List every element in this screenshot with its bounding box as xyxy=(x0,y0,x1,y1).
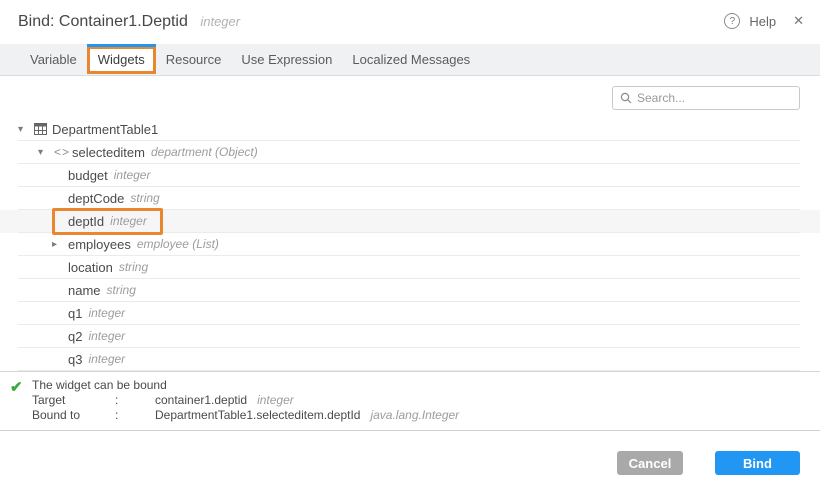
bind-dialog: Bind: Container1.Deptid integer ? Help ✕… xyxy=(0,0,820,491)
close-icon[interactable]: ✕ xyxy=(793,13,804,29)
bind-button[interactable]: Bind xyxy=(715,451,800,475)
tree-row-q2[interactable]: q2 integer xyxy=(0,325,820,348)
tree-row-selecteditem[interactable]: ▾ <> selecteditem department (Object) xyxy=(0,141,820,164)
dialog-title: Bind: Container1.Deptid xyxy=(18,13,188,31)
status-value: container1.deptid xyxy=(155,393,247,408)
annotation-box-deptid: deptId integer xyxy=(52,208,163,235)
tab-localized-messages[interactable]: Localized Messages xyxy=(342,46,480,74)
tree-node-label: name xyxy=(68,283,101,298)
search-icon xyxy=(620,92,632,104)
tree-node-label: selecteditem xyxy=(72,145,145,160)
search-input[interactable] xyxy=(637,91,787,105)
tree-node-type: integer xyxy=(88,329,125,343)
title-bar: Bind: Container1.Deptid integer ? Help ✕ xyxy=(0,0,820,44)
status-target-row: Target : container1.deptid integer xyxy=(32,393,820,408)
tree-node-type: integer xyxy=(110,214,147,228)
dialog-footer: Cancel Bind xyxy=(0,430,820,491)
widget-tree: ▾ DepartmentTable1 ▾ <> selecteditem xyxy=(0,118,820,372)
bind-status: ✔ The widget can be bound Target : conta… xyxy=(0,372,820,430)
status-separator: : xyxy=(115,393,155,408)
tree-node-type: integer xyxy=(88,352,125,366)
table-icon xyxy=(34,123,52,135)
status-value-type: java.lang.Integer xyxy=(370,408,459,423)
tree-node-label: q1 xyxy=(68,306,82,321)
tree-row-employees[interactable]: ▸ employees employee (List) xyxy=(0,233,820,256)
tree-node-label: employees xyxy=(68,237,131,252)
tree-row-departmenttable1[interactable]: ▾ DepartmentTable1 xyxy=(0,118,820,141)
tab-variable[interactable]: Variable xyxy=(20,46,87,74)
tree-row-deptid[interactable]: deptId integer xyxy=(0,210,820,233)
tree-row-name[interactable]: name string xyxy=(0,279,820,302)
chevron-right-icon[interactable]: ▸ xyxy=(52,239,68,250)
tree-row-budget[interactable]: budget integer xyxy=(0,164,820,187)
tree-node-label: q2 xyxy=(68,329,82,344)
cancel-button[interactable]: Cancel xyxy=(617,451,683,475)
tab-bar: Variable Widgets Resource Use Expression… xyxy=(0,44,820,76)
dialog-title-type: integer xyxy=(200,14,240,29)
tab-widgets[interactable]: Widgets xyxy=(87,46,156,74)
help-icon[interactable]: ? xyxy=(724,13,740,29)
help-link[interactable]: Help xyxy=(749,14,776,29)
tree-node-label: deptId xyxy=(68,214,104,229)
tree-row-deptcode[interactable]: deptCode string xyxy=(0,187,820,210)
status-value: DepartmentTable1.selecteditem.deptId xyxy=(155,408,360,423)
status-label: Bound to xyxy=(32,408,115,423)
tree-row-q1[interactable]: q1 integer xyxy=(0,302,820,325)
tree-node-label: q3 xyxy=(68,352,82,367)
status-separator: : xyxy=(115,408,155,423)
status-label: Target xyxy=(32,393,115,408)
chevron-down-icon[interactable]: ▾ xyxy=(18,124,34,135)
tree-node-type: integer xyxy=(114,168,151,182)
status-message: The widget can be bound xyxy=(32,378,820,393)
tree-node-type: integer xyxy=(88,306,125,320)
status-value-type: integer xyxy=(257,393,294,408)
search-toolbar xyxy=(0,76,820,118)
object-icon: <> xyxy=(54,145,72,159)
tree-node-label: budget xyxy=(68,168,108,183)
tree-node-type: employee (List) xyxy=(137,237,219,251)
tab-use-expression[interactable]: Use Expression xyxy=(231,46,342,74)
tab-resource[interactable]: Resource xyxy=(156,46,232,74)
tree-node-type: string xyxy=(107,283,136,297)
search-box[interactable] xyxy=(612,86,800,110)
status-boundto-row: Bound to : DepartmentTable1.selecteditem… xyxy=(32,408,820,423)
tree-row-location[interactable]: location string xyxy=(0,256,820,279)
tree-node-type: department (Object) xyxy=(151,145,258,159)
tree-node-type: string xyxy=(119,260,148,274)
tree-node-label: DepartmentTable1 xyxy=(52,122,158,137)
check-icon: ✔ xyxy=(10,378,23,396)
tree-node-type: string xyxy=(130,191,159,205)
tree-node-label: location xyxy=(68,260,113,275)
chevron-down-icon[interactable]: ▾ xyxy=(38,147,54,158)
tree-row-q3[interactable]: q3 integer xyxy=(0,348,820,371)
tree-node-label: deptCode xyxy=(68,191,124,206)
